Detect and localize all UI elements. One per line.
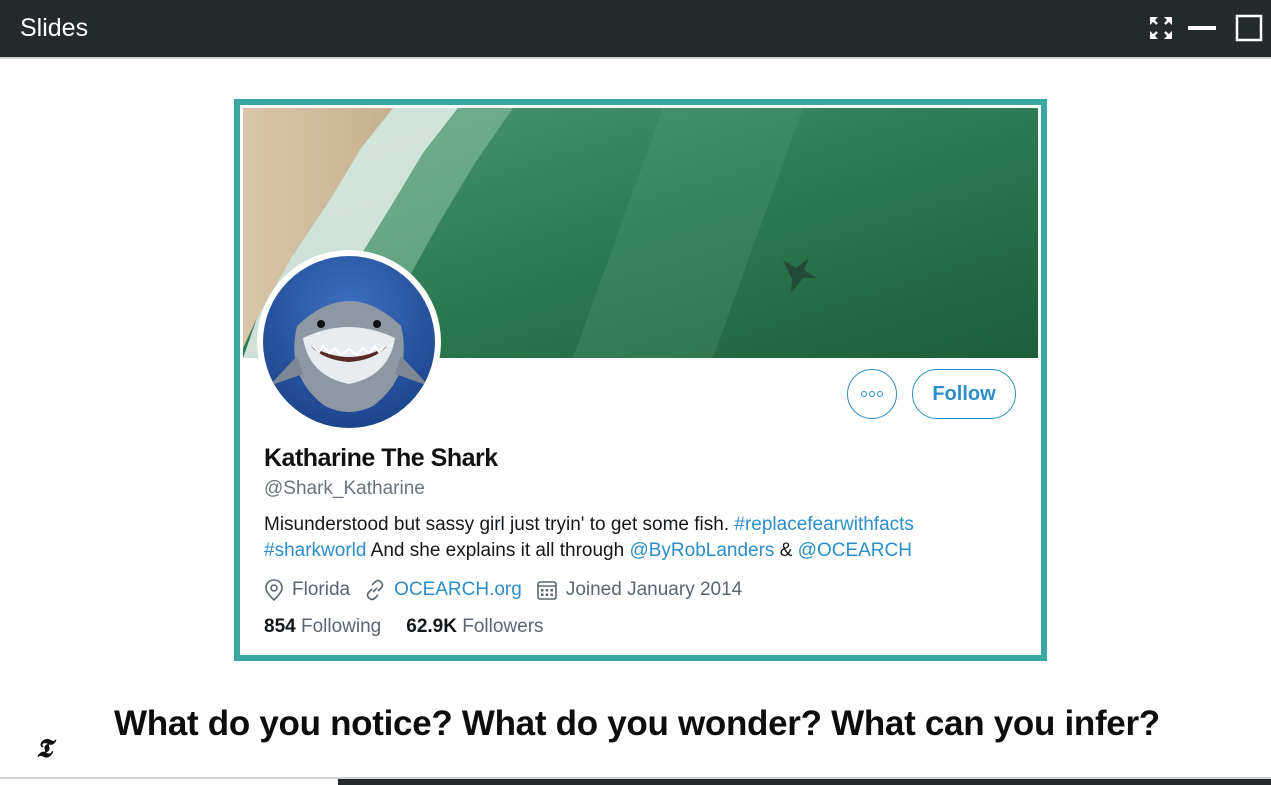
- bio-text: &: [774, 540, 798, 561]
- website-item: OCEARCH.org: [364, 579, 522, 601]
- followers-count: 62.9K: [406, 616, 457, 637]
- nyt-logo: 𝕿: [36, 734, 52, 764]
- expand-icon[interactable]: [1146, 13, 1176, 43]
- profile-handle: @Shark_Katharine: [264, 478, 425, 499]
- bio-text: Misunderstood but sassy girl just tryin'…: [264, 514, 735, 535]
- profile-avatar[interactable]: [257, 250, 441, 434]
- profile-card: Follow Katharine The Shark @Shark_Kathar…: [234, 99, 1047, 661]
- website-link[interactable]: OCEARCH.org: [394, 579, 522, 601]
- following-label: Following: [300, 616, 382, 637]
- joined-item: Joined January 2014: [536, 579, 742, 601]
- mention-link[interactable]: @ByRobLanders: [629, 540, 774, 561]
- followers-stat[interactable]: 62.9K Followers: [406, 616, 543, 638]
- calendar-icon: [537, 581, 557, 600]
- following-stat[interactable]: 854 Following: [264, 616, 381, 638]
- window-title: Slides: [20, 14, 89, 42]
- followers-label: Followers: [462, 616, 544, 637]
- hashtag-link[interactable]: #sharkworld: [264, 540, 366, 561]
- window-titlebar: Slides: [0, 0, 1271, 57]
- joined-text: Joined January 2014: [565, 579, 743, 600]
- bio-text: And she explains it all through: [366, 540, 630, 561]
- profile-meta: Florida OCEARCH.org Joined January 2014: [264, 577, 756, 603]
- more-options-button[interactable]: [847, 369, 897, 419]
- more-options-dot: [877, 391, 884, 397]
- minimize-icon[interactable]: [1187, 13, 1217, 43]
- shark-avatar-image: [263, 256, 435, 428]
- location-icon: [265, 579, 283, 601]
- profile-bio: Misunderstood but sassy girl just tryin'…: [264, 512, 1024, 564]
- profile-name: Katharine The Shark: [264, 444, 498, 472]
- mention-link[interactable]: @OCEARCH: [798, 540, 912, 561]
- location-item: Florida: [264, 579, 350, 601]
- profile-stats: 854 Following 62.9K Followers: [264, 616, 569, 638]
- following-count: 854: [264, 616, 296, 637]
- follow-button[interactable]: Follow: [912, 369, 1016, 419]
- more-options-dot: [869, 391, 875, 397]
- link-icon: [366, 579, 384, 601]
- slide-prompt: What do you notice? What do you wonder? …: [114, 704, 1160, 743]
- more-options-icon: [860, 391, 867, 397]
- location-text: Florida: [292, 579, 351, 600]
- hashtag-link[interactable]: #replacefearwithfacts: [734, 514, 914, 535]
- bottom-bar: [338, 779, 1271, 785]
- maximize-icon[interactable]: [1234, 13, 1264, 43]
